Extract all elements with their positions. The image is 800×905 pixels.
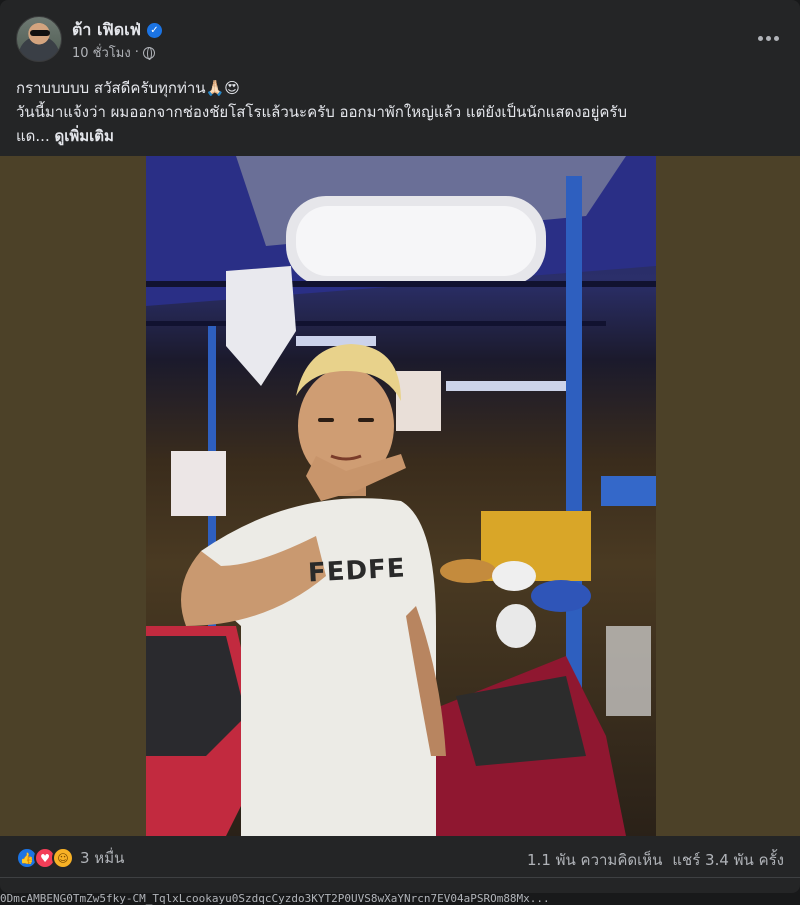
meta-separator: · xyxy=(134,45,139,60)
post-card: ต้า เฟิดเฟ่ ✓ 10 ชั่วโมง · กราบบบบบ สวัส… xyxy=(0,0,800,893)
post-header: ต้า เฟิดเฟ่ ✓ 10 ชั่วโมง · xyxy=(0,0,800,72)
see-more-link[interactable]: ดูเพิ่มเติม xyxy=(55,127,114,145)
comments-count-link[interactable]: 1.1 พัน ความคิดเห็น xyxy=(527,848,662,872)
author-row: ต้า เฟิดเฟ่ ✓ xyxy=(72,18,162,43)
post-text-truncated: แด... xyxy=(16,127,50,145)
post-meta: 10 ชั่วโมง · xyxy=(72,42,155,63)
post-text-line: แด... ดูเพิ่มเติม xyxy=(16,124,786,148)
more-dot-icon xyxy=(757,35,763,41)
photo-area: FEDFE xyxy=(0,156,800,836)
reactions-summary[interactable]: 👍 ♥ ☺ 3 หมื่น xyxy=(16,846,124,870)
verified-badge-icon: ✓ xyxy=(146,23,162,38)
post-photo[interactable]: FEDFE xyxy=(146,156,656,836)
author-name[interactable]: ต้า เฟิดเฟ่ xyxy=(72,18,141,43)
shirt-print: FEDFE xyxy=(307,553,407,589)
url-strip: 0DmcAMBENG0TmZw5fky-CM_TqlxLcookayu0Szdq… xyxy=(0,893,550,905)
more-options-button[interactable] xyxy=(752,24,784,52)
shares-count-link[interactable]: แชร์ 3.4 พัน ครั้ง xyxy=(672,848,784,872)
more-dot-icon xyxy=(765,35,771,41)
post-text: กราบบบบบ สวัสดีครับทุกท่าน🙏🏻😍 วันนี้มาแจ… xyxy=(16,76,786,148)
post-footer: 👍 ♥ ☺ 3 หมื่น 1.1 พัน ความคิดเห็น แชร์ 3… xyxy=(0,836,800,878)
reaction-count[interactable]: 3 หมื่น xyxy=(80,846,124,870)
avatar[interactable] xyxy=(16,16,62,62)
more-dot-icon xyxy=(773,35,779,41)
globe-icon[interactable] xyxy=(142,46,155,60)
post-stats: 1.1 พัน ความคิดเห็น แชร์ 3.4 พัน ครั้ง xyxy=(527,848,784,872)
photo-illustration xyxy=(146,156,656,836)
care-reaction-icon: ☺ xyxy=(52,847,74,869)
post-text-line: กราบบบบบ สวัสดีครับทุกท่าน🙏🏻😍 xyxy=(16,79,240,97)
post-timestamp[interactable]: 10 ชั่วโมง xyxy=(72,42,131,63)
post-text-line: วันนี้มาแจ้งว่า ผมออกจากช่องชัยโสโรแล้วน… xyxy=(16,103,627,121)
